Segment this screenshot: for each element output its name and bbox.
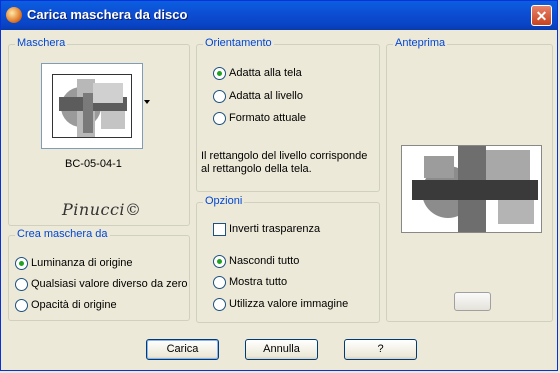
- radio-current-size[interactable]: [213, 112, 226, 125]
- radio-current-size-label[interactable]: Formato attuale: [229, 112, 306, 124]
- radio-source-opacity[interactable]: [15, 299, 28, 312]
- load-button[interactable]: Carica: [146, 339, 219, 360]
- mask-thumbnail-dropdown[interactable]: [41, 63, 143, 149]
- dropdown-arrow-icon[interactable]: [144, 100, 150, 104]
- cancel-button[interactable]: Annulla: [245, 339, 318, 360]
- dialog-window: Carica maschera da disco ✕ Maschera BC-0…: [0, 0, 558, 371]
- radio-hide-all[interactable]: [213, 255, 226, 268]
- invert-transparency-checkbox[interactable]: [213, 223, 226, 236]
- orientation-group-label: Orientamento: [203, 37, 274, 49]
- radio-hide-all-label[interactable]: Nascondi tutto: [229, 255, 299, 267]
- radio-fit-layer-label[interactable]: Adatta al livello: [229, 90, 303, 102]
- radio-fit-canvas-label[interactable]: Adatta alla tela: [229, 67, 302, 79]
- radio-fit-layer[interactable]: [213, 90, 226, 103]
- radio-fit-canvas[interactable]: [213, 67, 226, 80]
- pinucci-watermark: Pinucci©: [62, 200, 142, 219]
- radio-show-all[interactable]: [213, 276, 226, 289]
- title-bar[interactable]: Carica maschera da disco ✕: [1, 1, 557, 30]
- app-icon[interactable]: [6, 7, 22, 23]
- create-group-label: Crea maschera da: [15, 228, 110, 240]
- preview-image: [401, 145, 542, 233]
- radio-luminance-label[interactable]: Luminanza di origine: [31, 257, 133, 269]
- orientation-description: Il rettangolo del livello corrisponde al…: [201, 150, 368, 175]
- mask-name: BC-05-04-1: [65, 158, 122, 170]
- radio-source-opacity-label[interactable]: Opacità di origine: [31, 299, 117, 311]
- radio-show-all-label[interactable]: Mostra tutto: [229, 276, 287, 288]
- invert-transparency-label[interactable]: Inverti trasparenza: [229, 223, 320, 235]
- preview-group-label: Anteprima: [393, 37, 448, 49]
- close-button[interactable]: ✕: [531, 5, 552, 26]
- radio-use-image-value-label[interactable]: Utilizza valore immagine: [229, 298, 348, 310]
- radio-any-nonzero[interactable]: [15, 278, 28, 291]
- radio-any-nonzero-label[interactable]: Qualsiasi valore diverso da zero: [31, 278, 188, 290]
- radio-use-image-value[interactable]: [213, 298, 226, 311]
- preview-options-button[interactable]: [454, 292, 491, 311]
- radio-luminance[interactable]: [15, 257, 28, 270]
- mask-group-label: Maschera: [15, 37, 68, 49]
- help-button[interactable]: ?: [344, 339, 417, 360]
- options-group-label: Opzioni: [203, 195, 245, 207]
- mask-thumbnail-image: [52, 74, 132, 138]
- window-title: Carica maschera da disco: [27, 7, 188, 22]
